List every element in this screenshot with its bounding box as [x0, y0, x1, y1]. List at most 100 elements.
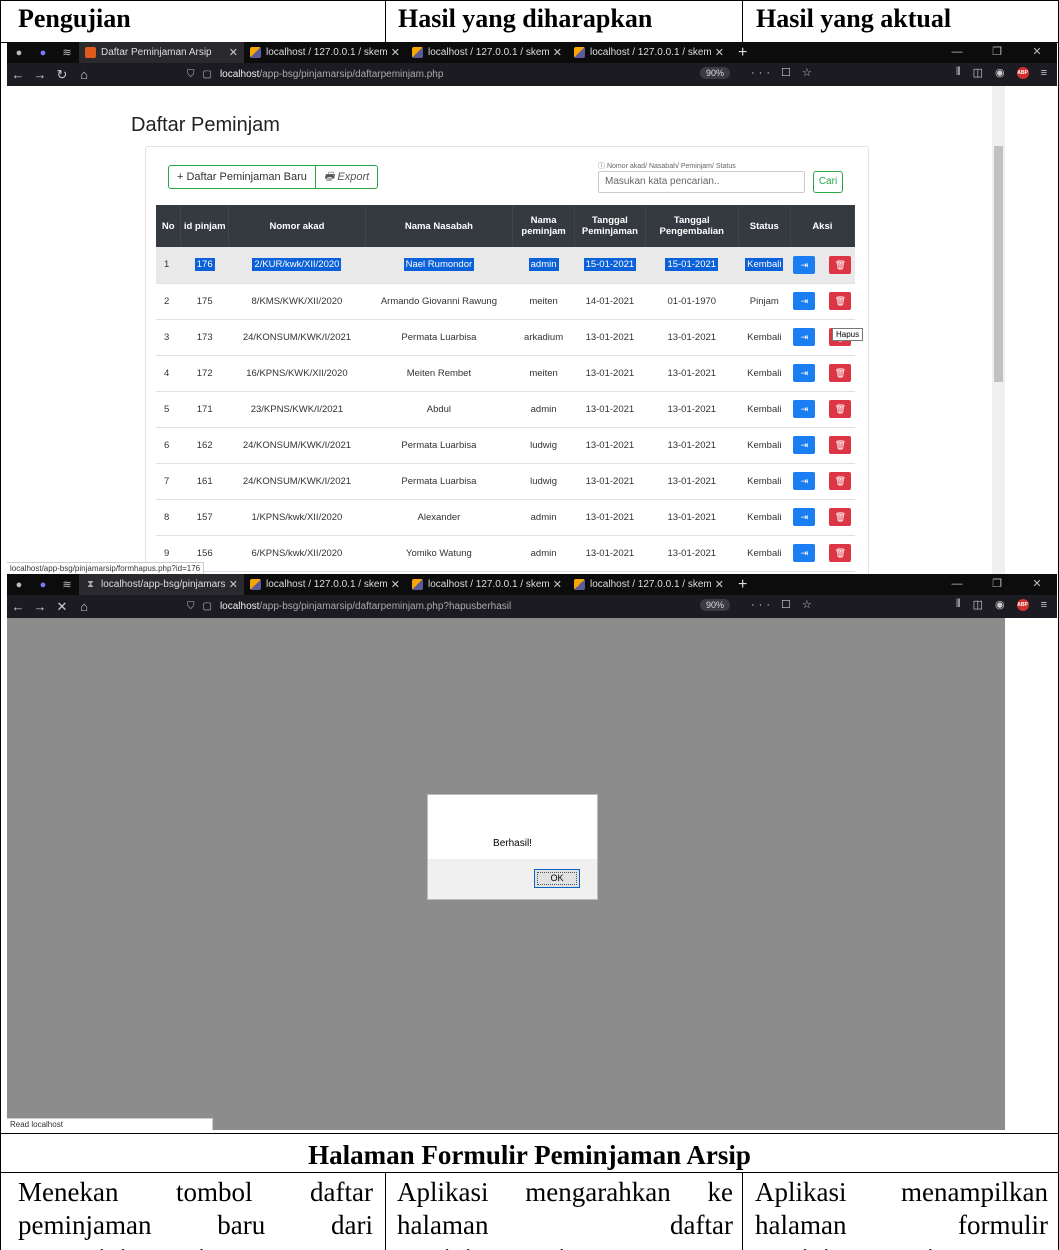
- close-tab-icon[interactable]: ✕: [229, 578, 238, 591]
- delete-button[interactable]: 🗑: [829, 364, 852, 382]
- export-button[interactable]: 🖶 Export: [316, 166, 377, 188]
- new-tab-icon[interactable]: +: [730, 44, 755, 62]
- menu-icon[interactable]: ≡: [1041, 67, 1047, 79]
- browser-icon[interactable]: ●: [31, 42, 55, 63]
- close-tab-icon[interactable]: ✕: [715, 578, 724, 591]
- scrollbar-thumb[interactable]: [994, 146, 1003, 382]
- tab-phpmyadmin-1[interactable]: localhost / 127.0.0.1 / skema_d ✕: [244, 42, 406, 63]
- return-button[interactable]: ⇥: [793, 544, 816, 562]
- adblock-icon[interactable]: ABP: [1016, 66, 1029, 79]
- table-cell: 24/KONSUM/KWK/I/2021: [228, 463, 366, 500]
- table-cell: 13-01-2021: [574, 499, 646, 536]
- table-cell: 175: [180, 283, 229, 320]
- delete-button[interactable]: 🗑: [829, 292, 852, 310]
- cell-value: 24/KONSUM/KWK/I/2021: [242, 439, 352, 451]
- tab-phpmyadmin-2[interactable]: localhost / 127.0.0.1 / skema_d ✕: [406, 42, 568, 63]
- return-button[interactable]: ⇥: [793, 328, 816, 346]
- table-cell: 173: [180, 319, 229, 356]
- return-button[interactable]: ⇥: [793, 436, 816, 454]
- page-actions-icon[interactable]: ··· ☐ ☆: [751, 66, 816, 79]
- delete-button[interactable]: 🗑: [829, 400, 852, 418]
- tab-loading[interactable]: ⧗ localhost/app-bsg/pinjamarsip ✕: [79, 574, 244, 595]
- return-button[interactable]: ⇥: [793, 255, 816, 274]
- library-icon[interactable]: ⫴: [956, 66, 961, 79]
- forward-icon[interactable]: →: [29, 599, 51, 614]
- zoom-indicator[interactable]: 90%: [700, 67, 731, 79]
- restore-icon[interactable]: ❐: [977, 42, 1017, 63]
- action-cell: ⇥🗑: [790, 499, 855, 536]
- close-window-icon[interactable]: ✕: [1017, 42, 1057, 63]
- table-cell: 157: [180, 499, 229, 536]
- delete-button[interactable]: 🗑: [829, 255, 852, 274]
- table-cell: 13-01-2021: [574, 463, 646, 500]
- close-tab-icon[interactable]: ✕: [553, 46, 562, 59]
- search-input[interactable]: Masukan kata pencarian..: [598, 171, 805, 193]
- search-button[interactable]: Cari: [813, 171, 843, 193]
- minimize-icon[interactable]: —: [937, 574, 977, 595]
- stop-icon[interactable]: ✕: [51, 599, 73, 615]
- close-tab-icon[interactable]: ✕: [391, 46, 400, 59]
- return-button[interactable]: ⇥: [793, 508, 816, 526]
- zoom-indicator[interactable]: 90%: [700, 599, 731, 611]
- table-cell: ludwig: [512, 463, 575, 500]
- close-tab-icon[interactable]: ✕: [715, 46, 724, 59]
- col-nama-peminjam: Nama peminjam: [512, 205, 576, 247]
- tab-phpmyadmin-2[interactable]: localhost / 127.0.0.1 / skema_d ✕: [406, 574, 568, 595]
- home-icon[interactable]: ⌂: [73, 599, 95, 614]
- restore-icon[interactable]: ❐: [977, 574, 1017, 595]
- close-tab-icon[interactable]: ✕: [391, 578, 400, 591]
- cell-value: Kembali: [745, 258, 784, 272]
- tab-daftar-peminjaman[interactable]: Daftar Peminjaman Arsip ✕: [79, 42, 244, 63]
- library-icon[interactable]: ⫴: [956, 598, 961, 611]
- cell-value: meiten: [529, 295, 558, 307]
- delete-button[interactable]: 🗑: [829, 436, 852, 454]
- browser-icon[interactable]: ●: [31, 574, 55, 595]
- cell-value: 6: [164, 439, 170, 451]
- close-tab-icon[interactable]: ✕: [553, 578, 562, 591]
- reload-icon[interactable]: ↻: [51, 67, 73, 83]
- back-icon[interactable]: ←: [7, 67, 29, 82]
- sidebar-icon[interactable]: ◫: [973, 598, 983, 611]
- page-actions-icon[interactable]: ··· ☐ ☆: [751, 598, 816, 611]
- forward-icon[interactable]: →: [29, 67, 51, 82]
- account-icon[interactable]: ◉: [995, 598, 1005, 611]
- wave-icon[interactable]: ≋: [55, 574, 79, 595]
- cell-value: 156: [196, 547, 213, 559]
- delete-button[interactable]: 🗑: [829, 544, 852, 562]
- close-tab-icon[interactable]: ✕: [229, 46, 238, 59]
- tab-phpmyadmin-3[interactable]: localhost / 127.0.0.1 / skema_d ✕: [568, 574, 730, 595]
- new-loan-button[interactable]: + Daftar Peminjaman Baru: [169, 166, 316, 188]
- cell-value: 24/KONSUM/KWK/I/2021: [242, 331, 352, 343]
- sidebar-icon[interactable]: ◫: [973, 66, 983, 79]
- new-tab-icon[interactable]: +: [730, 576, 755, 594]
- ok-button[interactable]: OK: [534, 869, 580, 888]
- return-button[interactable]: ⇥: [793, 400, 816, 418]
- close-window-icon[interactable]: ✕: [1017, 574, 1057, 595]
- account-icon[interactable]: ◉: [995, 66, 1005, 79]
- home-icon[interactable]: ⌂: [73, 67, 95, 82]
- cell-value: 13-01-2021: [585, 331, 635, 343]
- delete-button[interactable]: 🗑: [829, 508, 852, 526]
- firefox-view-icon[interactable]: ●: [7, 574, 31, 595]
- tab-bar: ● ● ≋ ⧗ localhost/app-bsg/pinjamarsip ✕ …: [7, 574, 1057, 595]
- firefox-view-icon[interactable]: ●: [7, 42, 31, 63]
- vertical-scrollbar[interactable]: [992, 86, 1005, 574]
- cell-line: peminjaman arsip: [755, 1242, 1048, 1250]
- adblock-icon[interactable]: ABP: [1016, 598, 1029, 611]
- wave-icon[interactable]: ≋: [55, 42, 79, 63]
- tab-phpmyadmin-1[interactable]: localhost / 127.0.0.1 / skema_d ✕: [244, 574, 406, 595]
- cell-value: 157: [196, 511, 213, 523]
- delete-button[interactable]: 🗑: [829, 472, 852, 490]
- tab-label: localhost / 127.0.0.1 / skema_d: [428, 47, 549, 58]
- minimize-icon[interactable]: —: [937, 42, 977, 63]
- return-button[interactable]: ⇥: [793, 472, 816, 490]
- cell-value: 175: [196, 295, 213, 307]
- return-button[interactable]: ⇥: [793, 292, 816, 310]
- back-icon[interactable]: ←: [7, 599, 29, 614]
- tab-phpmyadmin-3[interactable]: localhost / 127.0.0.1 / skema_d ✕: [568, 42, 730, 63]
- menu-icon[interactable]: ≡: [1041, 599, 1047, 611]
- return-button[interactable]: ⇥: [793, 364, 816, 382]
- table-cell: 2: [156, 283, 181, 320]
- table-cell: admin: [512, 247, 575, 284]
- dialog-message: Berhasil!: [493, 838, 532, 849]
